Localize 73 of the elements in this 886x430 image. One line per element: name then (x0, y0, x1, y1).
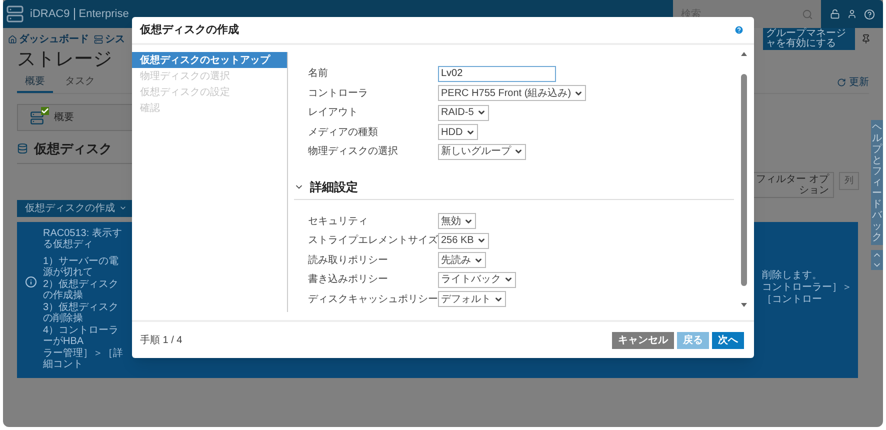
home-icon (8, 34, 17, 44)
server-icon (30, 110, 44, 124)
dropdown-select[interactable]: PERC H755 Front (組み込み) (438, 85, 586, 102)
nav-link[interactable]: ダッシュボード (8, 32, 89, 46)
dropdown-select[interactable]: デフォルト (438, 291, 506, 308)
server-icon (6, 5, 24, 23)
info-text: 3）仮想ディスクの削除操 (43, 302, 120, 324)
caret-icon (574, 88, 584, 98)
dropdown-select[interactable]: RAID-5 (438, 104, 489, 121)
refresh-icon (837, 78, 846, 87)
field-label: 読み取りポリシー (308, 254, 389, 268)
edition-name: Enterprise (78, 6, 129, 22)
field-label: ディスクキャッシュポリシー (308, 292, 438, 307)
field-label: ストライプエレメントサイズ (308, 234, 438, 248)
info-text: コントローラー］＞［コントロー (762, 282, 853, 306)
info-text: 削除します。 (762, 270, 822, 282)
name-input-field[interactable]: Lv02 (438, 66, 556, 82)
field-label: セキュリティ (308, 214, 369, 229)
caret-icon (504, 275, 513, 284)
field-label: 名前 (308, 67, 329, 82)
caret-icon (514, 147, 523, 156)
step-item[interactable]: 仮想ディスクのセットアップ (132, 52, 287, 68)
dropdown-select[interactable]: 256 KB (438, 232, 489, 249)
dialog-title: 仮想ディスクの作成 (140, 22, 239, 38)
create-virtual-disk-button[interactable]: 仮想ディスクの作成 (17, 200, 135, 216)
caret-icon (476, 108, 486, 118)
caret-icon (476, 236, 486, 246)
page-tab[interactable]: タスク (57, 74, 103, 93)
dropdown-select[interactable]: 無効 (438, 213, 476, 230)
page-title: ストレージ (17, 50, 112, 70)
section-title: 仮想ディスク (34, 140, 112, 158)
database-icon (17, 143, 28, 154)
field-label: 物理ディスクの選択 (308, 145, 399, 160)
step-counter: 手順 1 / 4 (140, 334, 182, 348)
caret-icon (494, 294, 503, 304)
section-heading: 詳細設定 (310, 178, 358, 196)
server-icon (94, 34, 103, 44)
summary-card[interactable]: 概要 (17, 104, 134, 131)
dropdown-select[interactable]: 先読み (438, 252, 486, 268)
caret-icon (466, 128, 475, 137)
scroll-down-arrow-icon[interactable] (741, 303, 747, 307)
product-name: iDRAC9 (30, 6, 70, 22)
caret-icon (119, 204, 127, 212)
user-icon[interactable] (846, 9, 856, 19)
caret-icon (474, 256, 483, 265)
field-label: レイアウト (308, 106, 359, 120)
pin-icon[interactable] (861, 34, 871, 44)
refresh-button[interactable]: 更新 (837, 75, 869, 90)
scroll-up-arrow-icon[interactable] (741, 52, 747, 56)
info-text: ラー管理］＞［詳細コント (43, 348, 124, 370)
columns-button[interactable]: 列 (839, 172, 859, 190)
scrollbar[interactable] (740, 52, 748, 307)
info-text: 4）コントローラーがHBA (43, 324, 120, 346)
caret-icon (464, 216, 473, 226)
info-text: 2）仮想ディスクの作成操 (43, 278, 120, 300)
field-label: コントローラ (308, 86, 369, 101)
next-button[interactable]: 次へ (712, 332, 744, 348)
side-tab[interactable]: ヘルプとフィードバック (871, 120, 883, 245)
help-icon[interactable] (864, 8, 874, 20)
nav-link[interactable]: シス (94, 32, 125, 46)
cancel-button[interactable]: キャンセル (612, 332, 674, 348)
info-icon (25, 276, 37, 288)
info-text: RAC0513: 表示する仮想ディ (43, 228, 123, 250)
dropdown-select[interactable]: HDD (438, 124, 478, 140)
dropdown-select[interactable]: 新しいグループ (438, 144, 526, 160)
check-badge-icon (41, 107, 49, 115)
page-tab[interactable]: 概要 (17, 74, 53, 93)
unlocked-lock-icon[interactable] (830, 9, 840, 19)
field-label: メディアの種類 (308, 126, 379, 140)
info-text: 1）サーバーの電源が切れて (43, 256, 120, 278)
field-label: 書き込みポリシー (308, 272, 389, 288)
dropdown-select[interactable]: ライトバック (438, 272, 516, 288)
group-manager-button[interactable]: グループマネージャを有効にする (763, 28, 855, 50)
